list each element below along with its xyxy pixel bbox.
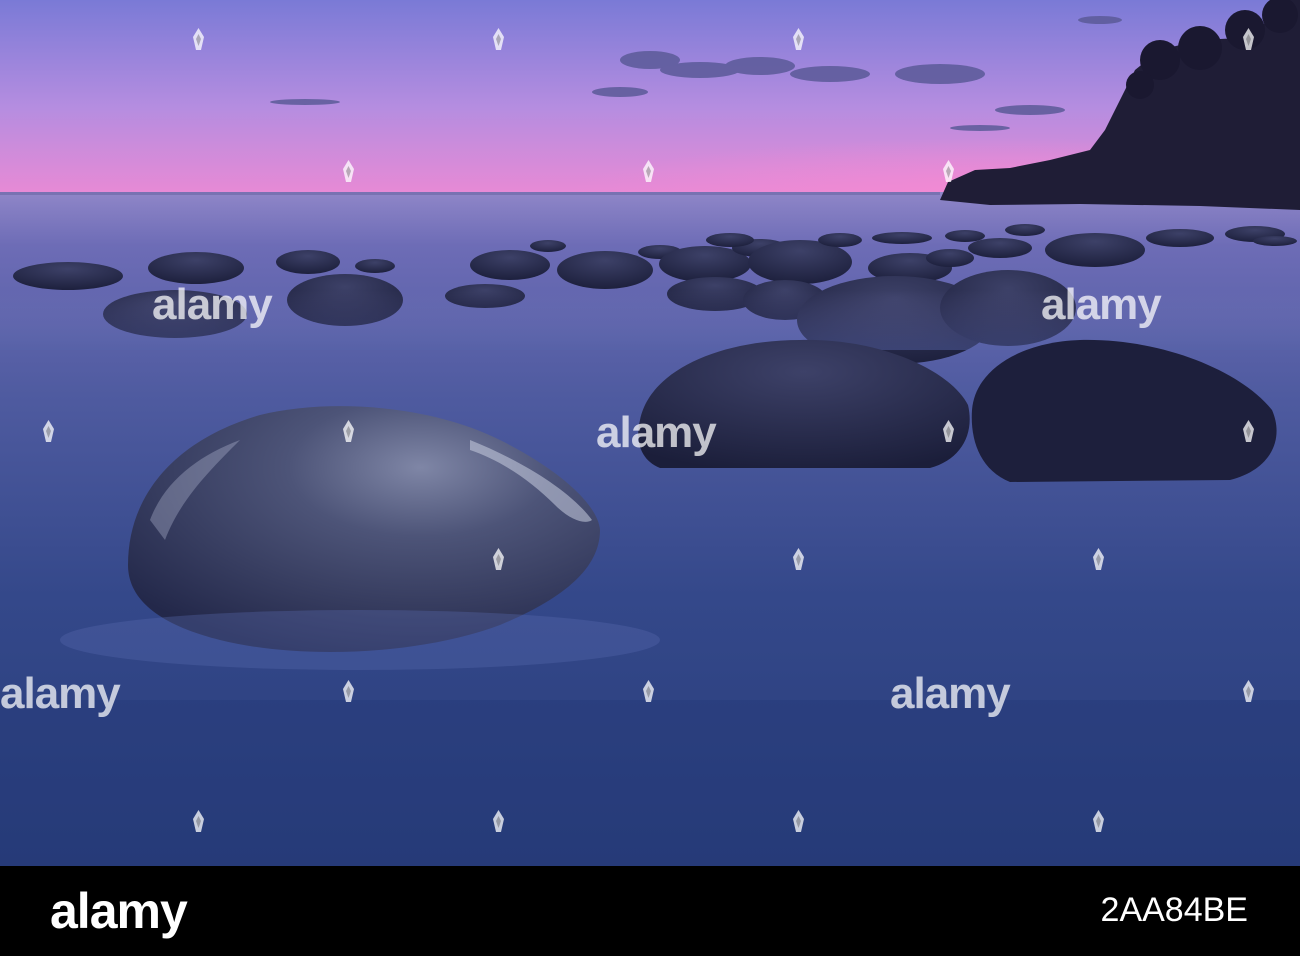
alamy-logo: alamy bbox=[50, 883, 188, 939]
horizon-line bbox=[0, 192, 940, 195]
watermark-logo-icon bbox=[1243, 420, 1254, 442]
watermark-logo-icon bbox=[193, 810, 204, 832]
watermark-logo-icon bbox=[943, 420, 954, 442]
watermark-text: alamy bbox=[596, 408, 717, 457]
watermark-logo-icon bbox=[193, 28, 204, 50]
watermark-text: alamy bbox=[890, 669, 1011, 718]
watermark-logo-icon bbox=[943, 160, 954, 182]
watermark-logo-icon bbox=[1093, 548, 1104, 570]
watermark-logo-icon bbox=[43, 420, 54, 442]
watermark-logo-icon bbox=[493, 810, 504, 832]
water-sheen bbox=[60, 610, 660, 670]
watermark-logo-icon bbox=[793, 548, 804, 570]
watermark-logo-icon bbox=[793, 28, 804, 50]
watermark-logo-icon bbox=[643, 160, 654, 182]
image-id: 2AA84BE bbox=[1100, 891, 1248, 929]
watermark-logo-icon bbox=[793, 810, 804, 832]
watermark-logo-icon bbox=[1093, 810, 1104, 832]
watermark-text: alamy bbox=[1041, 280, 1162, 329]
watermark-text: alamy bbox=[152, 280, 273, 329]
watermark-logo-icon bbox=[343, 680, 354, 702]
watermark-text: alamy bbox=[0, 669, 121, 718]
watermark-logo-icon bbox=[643, 680, 654, 702]
footer-bar: alamy 2AA84BE bbox=[0, 866, 1300, 956]
watermark-logo-icon bbox=[1243, 680, 1254, 702]
water-lower-shade bbox=[0, 700, 1300, 866]
watermark-logo-icon bbox=[343, 420, 354, 442]
watermark-logo-icon bbox=[493, 548, 504, 570]
watermark-logo-icon bbox=[1243, 28, 1254, 50]
photo-area: alamy alamy alamy alamy alamy bbox=[0, 0, 1300, 866]
watermark-logo-icon bbox=[343, 160, 354, 182]
watermark-logo-icon bbox=[493, 28, 504, 50]
